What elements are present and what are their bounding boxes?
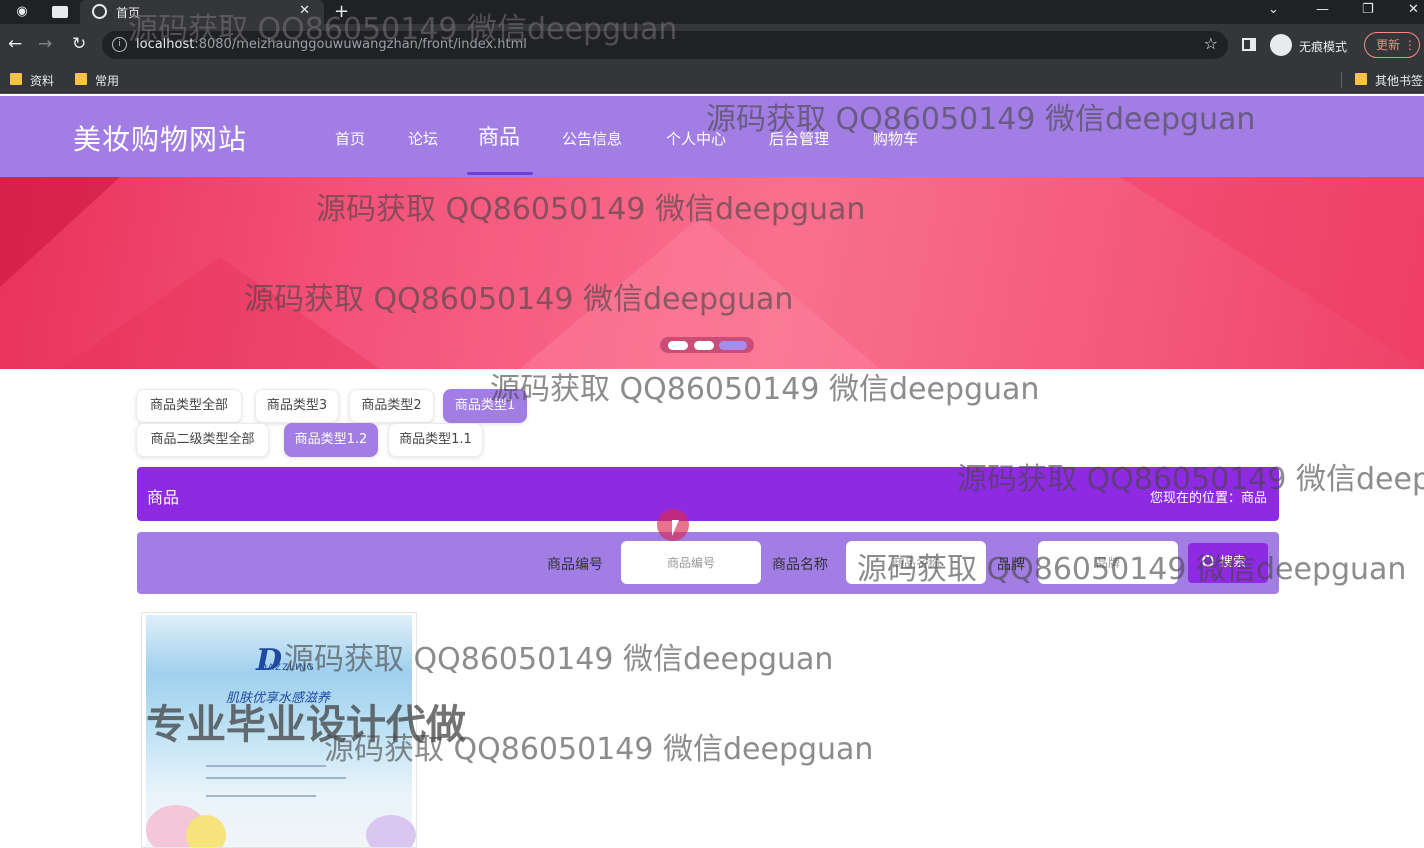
search-icon <box>1202 555 1214 567</box>
nav-announcements[interactable]: 公告信息 <box>562 128 622 149</box>
back-icon[interactable]: ← <box>8 34 22 54</box>
bookmark-star-icon[interactable]: ☆ <box>1204 34 1218 53</box>
category-type2[interactable]: 商品类型2 <box>349 389 434 423</box>
browser-menu-icon[interactable]: ◉ <box>14 4 30 20</box>
search-button[interactable]: 搜索 <box>1188 543 1268 583</box>
carousel-dot-1[interactable] <box>668 341 688 350</box>
product-brand-name: DAZZLING <box>260 663 315 673</box>
banner-facet <box>1120 177 1424 369</box>
nav-home[interactable]: 首页 <box>335 128 365 149</box>
banner-facet <box>60 257 380 369</box>
product-text-line <box>206 795 316 797</box>
globe-icon <box>92 4 107 19</box>
brand-label: 品牌 <box>997 557 1025 573</box>
nav-active-indicator <box>467 172 533 175</box>
flower-decoration <box>186 815 226 847</box>
watermark: 源码获取 QQ86050149 微信deepguan <box>490 372 1040 407</box>
reload-icon[interactable]: ↻ <box>72 34 86 54</box>
forward-icon[interactable]: → <box>38 34 52 54</box>
product-code-label: 商品编号 <box>547 557 603 573</box>
site-info-icon[interactable]: i <box>112 37 127 52</box>
product-name-input[interactable] <box>846 541 986 584</box>
folder-icon <box>75 73 87 85</box>
site-logo[interactable]: 美妆购物网站 <box>73 118 247 158</box>
browser-tab-title: 首页 <box>116 6 141 20</box>
nav-admin[interactable]: 后台管理 <box>769 128 829 149</box>
update-button[interactable]: 更新 ⋮ <box>1364 32 1420 58</box>
product-text-line <box>206 765 326 767</box>
browser-tabbar: ◉ 首页 ✕ + ⌄ — ❐ ✕ <box>0 0 1424 24</box>
bookmark-folder-other[interactable]: 其他书签 <box>1355 72 1423 89</box>
url-text[interactable]: localhost:8080/meizhaunggouwuwangzhan/fr… <box>136 37 527 52</box>
nav-cart[interactable]: 购物车 <box>873 128 918 149</box>
product-name-label: 商品名称 <box>772 557 828 573</box>
product-text-line <box>206 777 346 779</box>
address-bar[interactable]: i localhost:8080/meizhaunggouwuwangzhan/… <box>102 31 1228 59</box>
tab-search-icon[interactable] <box>52 6 68 18</box>
side-panel-icon[interactable] <box>1242 38 1256 51</box>
close-tab-icon[interactable]: ✕ <box>299 3 310 18</box>
carousel-dot-2[interactable] <box>694 341 714 350</box>
subcategory-type1-2[interactable]: 商品类型1.2 <box>284 423 378 457</box>
bookmark-folder-ziliao[interactable]: 资料 <box>10 72 54 89</box>
tab-list-icon[interactable]: ⌄ <box>1268 2 1279 17</box>
carousel-indicators <box>660 337 754 353</box>
mouse-cursor-icon <box>672 520 679 536</box>
nav-forum[interactable]: 论坛 <box>408 128 438 149</box>
nav-products[interactable]: 商品 <box>478 121 520 151</box>
category-type3[interactable]: 商品类型3 <box>255 389 339 423</box>
category-type1[interactable]: 商品类型1 <box>443 389 527 423</box>
subcategory-all[interactable]: 商品二级类型全部 <box>136 423 269 457</box>
browser-tab[interactable]: 首页 ✕ <box>80 0 324 24</box>
new-tab-icon[interactable]: + <box>334 1 349 22</box>
section-title: 商品 <box>147 488 180 507</box>
brand-input[interactable] <box>1038 541 1178 584</box>
incognito-icon <box>1270 34 1292 56</box>
nav-profile[interactable]: 个人中心 <box>666 128 726 149</box>
banner-carousel[interactable] <box>0 177 1424 369</box>
window-close-icon[interactable]: ✕ <box>1408 2 1419 17</box>
watermark-large: 专业毕业设计代做 <box>146 702 466 748</box>
section-titlebar: 商品 您现在的位置：商品 <box>137 467 1279 521</box>
search-bar: 商品编号 商品名称 品牌 搜索 <box>137 532 1279 594</box>
flower-decoration <box>366 815 416 847</box>
carousel-dot-3[interactable] <box>719 341 747 350</box>
product-code-input[interactable] <box>621 541 761 584</box>
category-all[interactable]: 商品类型全部 <box>136 389 242 423</box>
site-header: 美妆购物网站 首页 论坛 商品 公告信息 个人中心 后台管理 购物车 <box>0 96 1424 177</box>
bookmarks-divider <box>1341 72 1342 88</box>
incognito-label: 无痕模式 <box>1299 40 1348 54</box>
browser-toolbar: ← → ↻ i localhost:8080/meizhaunggouwuwan… <box>0 24 1424 66</box>
minimize-icon[interactable]: — <box>1316 2 1329 17</box>
breadcrumb: 您现在的位置：商品 <box>1149 491 1267 506</box>
bookmarks-bar: 资料 常用 其他书签 <box>0 66 1424 94</box>
folder-icon <box>10 73 22 85</box>
bookmark-folder-changyong[interactable]: 常用 <box>75 72 119 89</box>
folder-icon <box>1355 73 1367 85</box>
subcategory-type1-1[interactable]: 商品类型1.1 <box>388 423 483 457</box>
restore-icon[interactable]: ❐ <box>1362 2 1374 17</box>
